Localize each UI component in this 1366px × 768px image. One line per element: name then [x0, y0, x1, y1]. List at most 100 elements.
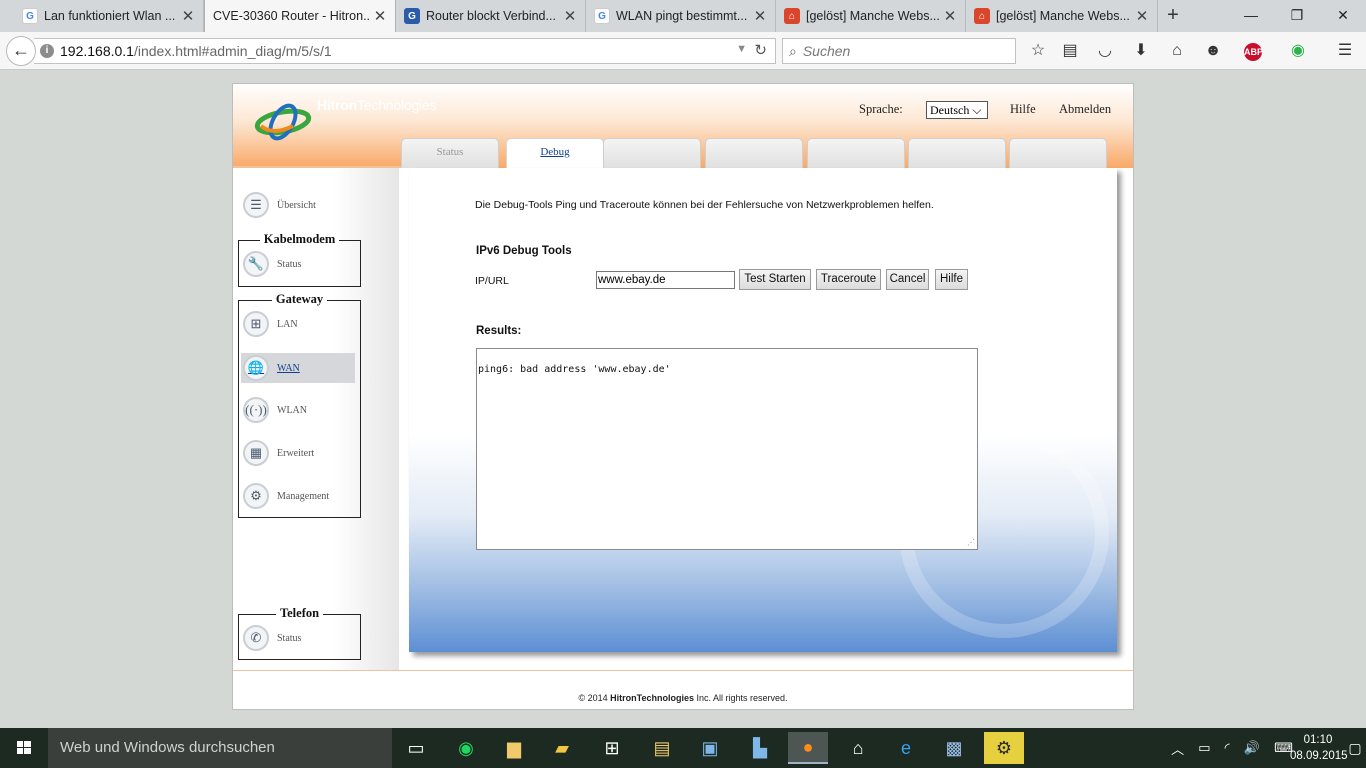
url-bar[interactable]: i 192.168.0.1/index.html#admin_diag/m/5/… — [34, 38, 776, 64]
battery-icon[interactable]: ▭ — [1198, 740, 1210, 756]
home-icon[interactable]: ⌂ — [838, 732, 878, 764]
minimize-icon[interactable]: — — [1228, 0, 1274, 32]
menu-item-overview[interactable]: ☰ Übersicht — [241, 190, 355, 220]
browser-tab[interactable]: G Router blockt Verbind... ✕ — [396, 0, 586, 32]
pocket-icon[interactable]: ◡ — [1093, 40, 1117, 64]
volume-icon[interactable]: 🔊 — [1244, 740, 1260, 756]
section-title: IPv6 Debug Tools — [476, 245, 572, 257]
firewall-icon: ▦ — [243, 440, 269, 466]
router-page: HitronTechnologies Sprache: Deutsch ⌵ Hi… — [232, 83, 1134, 710]
history-dropdown-icon[interactable]: ▼ — [736, 43, 747, 55]
store-icon[interactable]: ⊞ — [592, 732, 632, 764]
control-panel-icon[interactable]: ▣ — [690, 732, 730, 764]
close-tab-icon[interactable]: ✕ — [943, 7, 957, 25]
close-tab-icon[interactable]: ✕ — [753, 7, 767, 25]
debug-description: Die Debug-Tools Ping und Traceroute könn… — [475, 199, 934, 211]
menu-item-modem-status[interactable]: 🔧 Status — [241, 249, 355, 279]
bookmark-star-icon[interactable]: ☆ — [1026, 40, 1050, 64]
menu-item-label: Management — [277, 490, 330, 502]
menu-icon[interactable]: ☰ — [1333, 40, 1357, 64]
app-icon[interactable]: ▩ — [934, 732, 974, 764]
tab-empty[interactable] — [908, 138, 1006, 168]
windows-start-icon[interactable] — [0, 728, 48, 768]
browser-tab[interactable]: ⌂ [gelöst] Manche Webs... ✕ — [966, 0, 1158, 32]
chevron-up-icon[interactable]: ︿ — [1171, 739, 1184, 758]
menu-item-management[interactable]: ⚙ Management — [241, 481, 355, 511]
tab-status[interactable]: Status — [401, 138, 499, 168]
menu-group-telefon: Telefon ✆ Status — [238, 606, 361, 660]
start-test-button[interactable]: Test Starten — [739, 269, 811, 290]
file-explorer-icon[interactable]: ▰ — [542, 732, 582, 764]
clock[interactable]: 01:10 08.09.2015 — [1290, 732, 1348, 764]
tab-empty[interactable] — [807, 138, 905, 168]
resize-grip-icon[interactable]: ⋰ — [967, 538, 975, 547]
back-arrow-icon: ← — [12, 40, 30, 60]
copyright-brand: HitronTechnologies — [610, 693, 694, 703]
divider — [233, 670, 1133, 671]
new-tab-button[interactable]: + — [1160, 4, 1186, 28]
ip-url-label: IP/URL — [475, 275, 509, 287]
help-link[interactable]: Hilfe — [1010, 102, 1036, 117]
tab-empty[interactable] — [1009, 138, 1107, 168]
gear-icon: ⚙ — [243, 483, 269, 509]
clock-date: 08.09.2015 — [1290, 750, 1348, 762]
menu-item-advanced[interactable]: ▦ Erweitert — [241, 438, 355, 468]
menu-group-kabelmodem: Kabelmodem 🔧 Status — [238, 232, 361, 287]
home-icon[interactable]: ⌂ — [1165, 40, 1189, 64]
search-bar[interactable]: ⌕ Suchen — [782, 38, 1016, 64]
remote-desktop-icon[interactable]: ▙ — [740, 732, 780, 764]
url-host: 192.168.0.1 — [60, 43, 134, 59]
close-tab-icon[interactable]: ✕ — [181, 7, 195, 25]
help-button[interactable]: Hilfe — [935, 269, 968, 290]
search-icon: ⌕ — [789, 42, 797, 59]
file-icon[interactable]: ▆ — [494, 732, 534, 764]
reload-icon[interactable]: ↻ — [754, 41, 767, 59]
language-select[interactable]: Deutsch ⌵ — [926, 101, 988, 119]
browser-tab[interactable]: ⌂ [gelöst] Manche Webs... ✕ — [776, 0, 966, 32]
tab-empty[interactable] — [705, 138, 803, 168]
browser-tab[interactable]: G Lan funktioniert Wlan ... ✕ — [14, 0, 204, 32]
menu-item-label: Status — [277, 258, 302, 270]
menu-item-wlan[interactable]: ((·)) WLAN — [241, 395, 355, 425]
cancel-button[interactable]: Cancel — [886, 269, 929, 290]
browser-tab-title: [gelöst] Manche Webs... — [806, 9, 939, 23]
menu-item-phone-status[interactable]: ✆ Status — [241, 623, 355, 653]
site-info-icon[interactable]: i — [40, 44, 54, 58]
download-icon[interactable]: ⬇ — [1129, 40, 1153, 64]
browser-tab-active[interactable]: CVE-30360 Router - Hitron... ✕ — [204, 0, 396, 32]
wifi-icon[interactable]: ◜ — [1225, 740, 1230, 756]
traceroute-button[interactable]: Traceroute — [816, 269, 881, 290]
settings-app-icon[interactable]: ⚙ — [984, 732, 1024, 764]
browser-tab[interactable]: G WLAN pingt bestimmt... ✕ — [586, 0, 776, 32]
close-tab-icon[interactable]: ✕ — [1135, 7, 1149, 25]
menu-group-title: Gateway — [271, 292, 328, 306]
menu-item-wan[interactable]: 🌐 WAN — [241, 353, 355, 383]
edge-icon[interactable]: e — [886, 732, 926, 764]
extension-icon[interactable]: ◉ — [1286, 40, 1310, 64]
task-view-icon[interactable]: ▭ — [396, 732, 436, 764]
notification-icon[interactable]: ▢ — [1344, 728, 1366, 768]
windows-taskbar: Web und Windows durchsuchen ▭ ◉ ▆ ▰ ⊞ ▤ … — [0, 728, 1366, 768]
back-button[interactable]: ← — [6, 36, 36, 66]
adblock-plus-icon[interactable]: ABP — [1238, 40, 1268, 64]
smiley-icon[interactable]: ☻ — [1201, 40, 1225, 64]
close-tab-icon[interactable]: ✕ — [563, 7, 577, 25]
logout-link[interactable]: Abmelden — [1059, 102, 1111, 117]
menu-item-label: LAN — [277, 318, 298, 330]
menu-item-lan[interactable]: ⊞ LAN — [241, 309, 355, 339]
close-tab-icon[interactable]: ✕ — [373, 7, 387, 25]
tab-debug[interactable]: Debug — [506, 138, 604, 170]
taskbar-search[interactable]: Web und Windows durchsuchen — [48, 728, 392, 768]
debug-panel: Die Debug-Tools Ping und Traceroute könn… — [409, 168, 1117, 652]
folder-icon[interactable]: ▤ — [642, 732, 682, 764]
menu-item-label: Übersicht — [277, 199, 316, 211]
tab-empty[interactable] — [603, 138, 701, 168]
results-textarea[interactable]: ping6: bad address 'www.ebay.de' ⋰ — [476, 348, 978, 550]
ip-url-input[interactable]: www.ebay.de — [596, 271, 735, 289]
maximize-icon[interactable]: ❐ — [1274, 0, 1320, 32]
wifi-icon: ((·)) — [243, 397, 269, 423]
close-window-icon[interactable]: ✕ — [1320, 0, 1366, 32]
firefox-icon[interactable]: ● — [788, 732, 828, 764]
spotify-icon[interactable]: ◉ — [446, 732, 486, 764]
reading-list-icon[interactable]: ▤ — [1058, 40, 1082, 64]
